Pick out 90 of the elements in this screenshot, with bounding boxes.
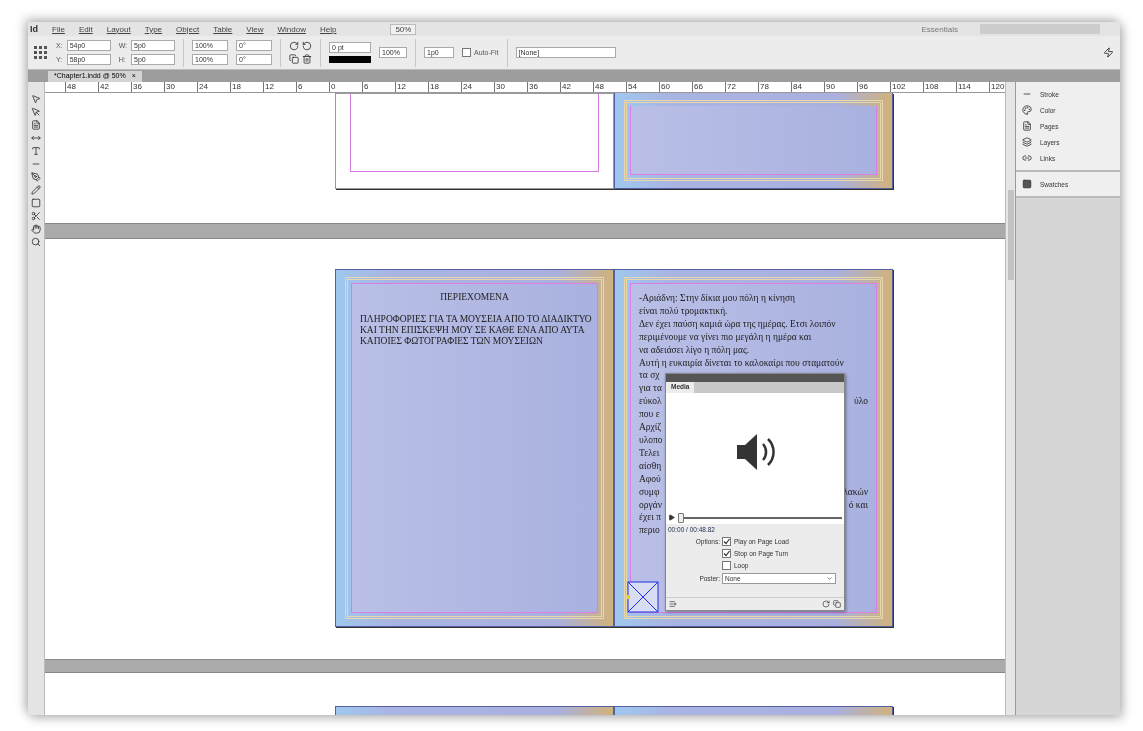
ruler-label: 18 xyxy=(428,82,461,92)
ruler-label: 24 xyxy=(197,82,230,92)
ruler-label: 66 xyxy=(692,82,725,92)
page-text: περιμένουμε να γίνει πιο μεγάλη η ημέρα και xyxy=(639,330,812,344)
page-text: ΚΑΠΟΙΕΣ ΦΩΤΟΓΡΑΦΙΕΣ ΤΩΝ ΜΟΥΣΕΙΩΝ xyxy=(360,336,544,347)
ruler-label: 36 xyxy=(131,82,164,92)
ruler-label: 12 xyxy=(395,82,428,92)
page-text: να αδειάσει λίγο η πόλη μας. xyxy=(639,343,750,357)
ruler-label: 84 xyxy=(791,82,824,92)
ruler-label: 48 xyxy=(593,82,626,92)
page-text: έχει π xyxy=(639,511,661,525)
page-text: είναι πολύ τρομακτική. xyxy=(639,304,728,318)
page-text: για τα xyxy=(639,382,662,396)
ruler-label: 0 xyxy=(329,82,362,92)
pages-icon xyxy=(1022,121,1032,131)
ruler-label: 54 xyxy=(626,82,659,92)
ruler-label: 12 xyxy=(263,82,296,92)
ruler-label: 48 xyxy=(65,82,98,92)
slider-thumb[interactable] xyxy=(678,512,685,523)
ruler-label: 72 xyxy=(725,82,758,92)
reference-point-icon xyxy=(34,45,48,60)
zoom-dropdown[interactable]: 50% xyxy=(390,23,417,35)
caret-icon xyxy=(826,575,833,582)
menu-item[interactable]: Object xyxy=(176,24,200,34)
panel-menu-icon[interactable] xyxy=(669,600,677,608)
refresh-icon[interactable] xyxy=(822,600,830,608)
menu-item[interactable]: File xyxy=(52,24,65,34)
page-text: ΠΛΗΡΟΦΟΡΙΕΣ ΓΙΑ ΤΑ ΜΟΥΣΕΙΑ ΑΠΟ ΤΟ ΔΙΑΔΙΚΤΥΟ xyxy=(360,314,592,325)
option-checkbox[interactable] xyxy=(722,549,731,558)
ruler-label: 6 xyxy=(296,82,329,92)
media-frame-icon[interactable] xyxy=(627,581,659,613)
ruler-label: 24 xyxy=(461,82,494,92)
menu-item[interactable]: Help xyxy=(319,24,337,34)
ruler-label: 78 xyxy=(758,82,791,92)
page-text: Αφού xyxy=(639,472,661,486)
ruler-label: 30 xyxy=(164,82,197,92)
links-icon xyxy=(1022,153,1032,163)
page-text: Αυτή η ευκαιρία δίνεται το καλοκαίρι που σταματούν xyxy=(639,356,844,370)
ruler-label: 6 xyxy=(362,82,395,92)
ruler-label: 18 xyxy=(230,82,263,92)
copy-icon[interactable] xyxy=(289,54,300,64)
ruler-label: 108 xyxy=(923,82,956,92)
page-text: Τελει xyxy=(639,446,660,460)
page-text: αίσθη xyxy=(639,459,662,473)
palette-icon xyxy=(1022,105,1032,115)
page-text: ύλο xyxy=(853,395,868,409)
auto-fit-checkbox[interactable] xyxy=(462,48,472,57)
ruler-label: 42 xyxy=(98,82,131,92)
copy-icon[interactable] xyxy=(833,600,841,608)
page-text: Δεν έχει παύση καμιά ώρα της ημέρας. Ετσι λοιπόν xyxy=(639,317,836,331)
menu-item[interactable]: Layout xyxy=(106,24,131,34)
page-heading: ΠΕΡΙΕΧΟΜΕΝΑ xyxy=(439,292,510,302)
app-logo: Id xyxy=(30,24,38,34)
page-text: ΚΑΙ ΤΗΝ ΕΠΙΣΚΕΨΗ ΜΟΥ ΣΕ ΚΑΘΕ ΕΝΑ ΑΠΟ ΑΥΤΑ xyxy=(360,325,586,336)
stroke-type-swatch[interactable] xyxy=(329,56,372,63)
trash-icon[interactable] xyxy=(302,54,313,64)
play-button[interactable] xyxy=(668,514,675,521)
ruler-label: 90 xyxy=(824,82,857,92)
layers-icon xyxy=(1022,137,1032,147)
menu-item[interactable]: Edit xyxy=(78,24,93,34)
menu-item[interactable]: View xyxy=(246,24,264,34)
ruler-label: 114 xyxy=(956,82,989,92)
page-text: Αρχίζ xyxy=(639,421,662,434)
option-checkbox[interactable] xyxy=(722,537,731,546)
page-text: τα σχ xyxy=(639,369,660,383)
ruler-label: 96 xyxy=(857,82,890,92)
page-text: συμφ xyxy=(639,485,660,499)
swatches-icon xyxy=(1022,179,1032,189)
page-text: που ε xyxy=(639,408,660,422)
page-text: ό και xyxy=(848,498,868,512)
rotate-counterclockwise-icon[interactable] xyxy=(302,41,313,51)
page-text: οργάν xyxy=(639,498,662,512)
search-field[interactable] xyxy=(980,24,1100,34)
ruler-label: 60 xyxy=(659,82,692,92)
vertical-scrollbar[interactable] xyxy=(1005,82,1015,715)
ruler-label: 102 xyxy=(890,82,923,92)
ruler-label: 30 xyxy=(494,82,527,92)
option-checkbox[interactable] xyxy=(722,561,731,570)
workspace-switcher[interactable]: Essentials xyxy=(921,24,958,34)
menu-item[interactable]: Type xyxy=(144,24,163,34)
rotate-clockwise-icon[interactable] xyxy=(289,41,300,51)
ruler-label: 42 xyxy=(560,82,593,92)
lightning-icon[interactable] xyxy=(1103,47,1114,58)
page-text: υλοπο xyxy=(639,433,663,447)
page-text: εύκολ xyxy=(639,395,662,409)
page-text: περιο xyxy=(639,524,660,538)
menu-item[interactable]: Window xyxy=(277,24,306,34)
menu-item[interactable]: Table xyxy=(213,24,233,34)
ruler-label: 36 xyxy=(527,82,560,92)
page-text: -Αριάδνη: Στην δίκια μου πόλη η κίνηση xyxy=(639,292,795,305)
